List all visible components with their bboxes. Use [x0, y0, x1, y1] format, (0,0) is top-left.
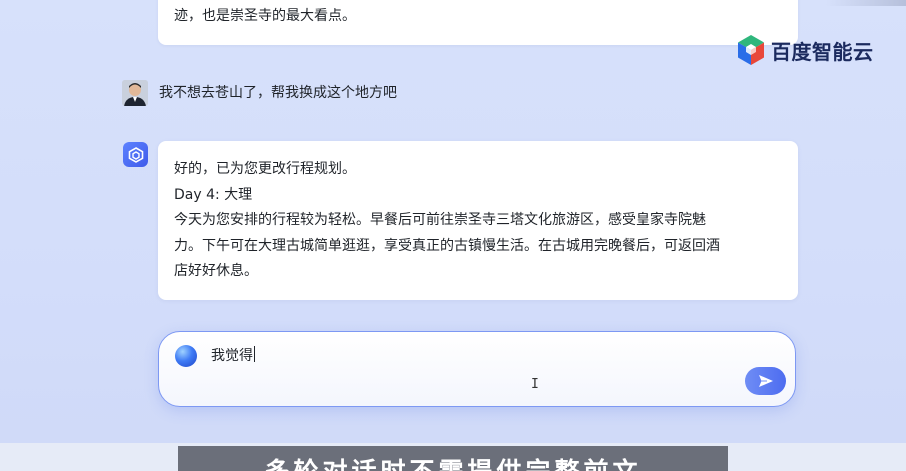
bot-reply-line: Day 4: 大理 — [174, 186, 253, 203]
brand-logo: 百度智能云 — [736, 34, 874, 66]
bot-cube-icon — [128, 146, 143, 163]
bot-reply-line: 店好好休息。 — [174, 263, 258, 279]
window-corner-shadow — [826, 0, 906, 6]
brand-name: 百度智能云 — [771, 39, 874, 64]
chat-input-value: 我觉得 — [211, 348, 253, 364]
bot-avatar — [123, 142, 148, 167]
bot-reply-line: 力。下午可在大理古城简单逛逛，享受真正的古镇慢生活。在古城用完晚餐后，可返回酒 — [174, 237, 720, 254]
video-subtitle-box: 多轮对话时不需提供完整前文 — [178, 446, 728, 471]
chat-input-box[interactable]: 我觉得 I — [158, 331, 796, 407]
baidu-cloud-hexagon-icon — [738, 35, 764, 65]
user-avatar — [122, 80, 148, 106]
send-button[interactable] — [745, 367, 786, 395]
bot-reply-card: 好的，已为您更改行程规划。 Day 4: 大理 今天为您安排的行程较为轻松。早餐… — [158, 141, 798, 300]
video-subtitle: 多轮对话时不需提供完整前文 — [178, 452, 728, 471]
text-caret — [254, 346, 255, 362]
user-message: 我不想去苍山了，帮我换成这个地方吧 — [159, 85, 397, 101]
bot-reply-line: 好的，已为您更改行程规划。 — [174, 161, 356, 177]
previous-bot-message-card: 迹，也是崇圣寺的最大看点。 — [158, 0, 798, 45]
assistant-orb-icon — [175, 345, 197, 367]
mouse-ibeam-cursor: I — [531, 377, 539, 392]
chat-input-field[interactable]: 我觉得 — [211, 346, 255, 366]
bot-reply-text: 好的，已为您更改行程规划。 Day 4: 大理 今天为您安排的行程较为轻松。早餐… — [174, 157, 779, 285]
user-photo-icon — [122, 80, 148, 106]
bot-reply-line: 今天为您安排的行程较为轻松。早餐后可前往崇圣寺三塔文化旅游区，感受皇家寺院魅 — [174, 212, 706, 228]
previous-bot-message-text: 迹，也是崇圣寺的最大看点。 — [174, 8, 356, 24]
send-arrow-icon — [758, 375, 773, 387]
